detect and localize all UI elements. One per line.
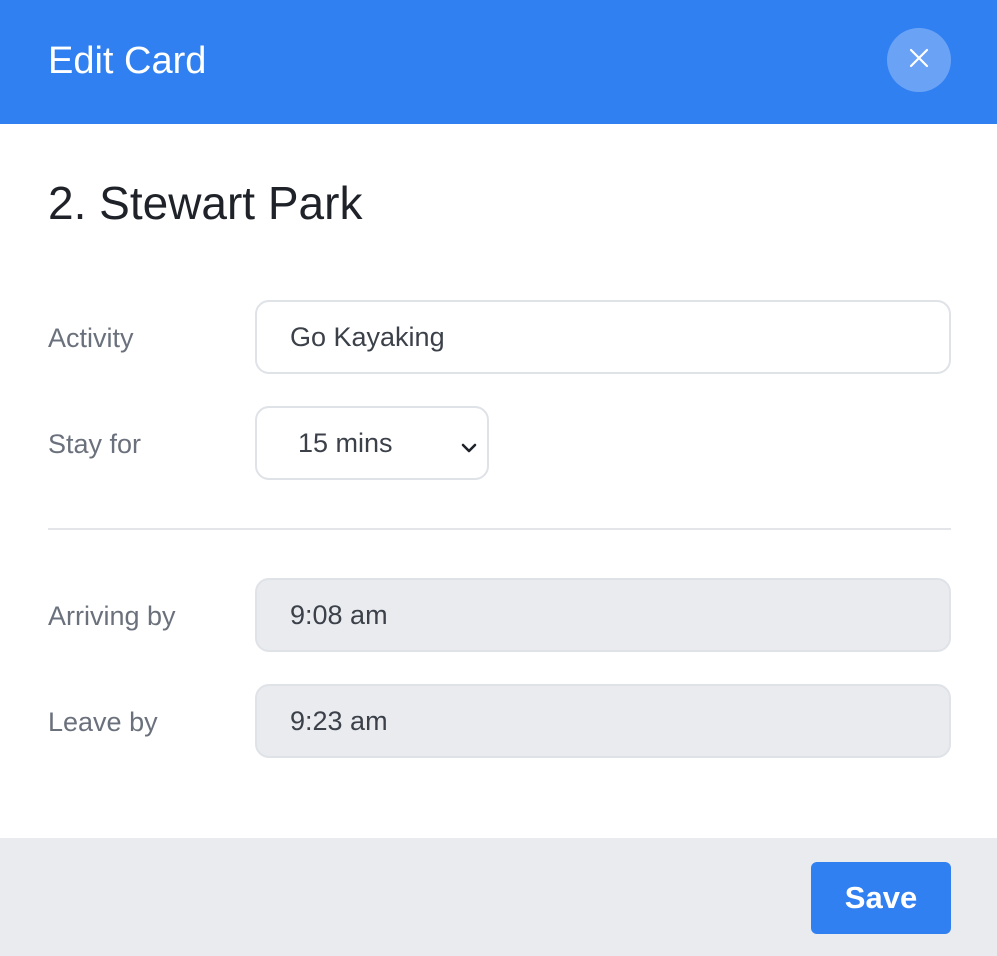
arriving-by-label: Arriving by (48, 601, 176, 631)
save-button[interactable]: Save (811, 862, 951, 934)
edit-card-modal: Edit Card 2. Stewart Park Activity Go Ka… (0, 0, 997, 956)
stay-for-select[interactable]: 15 mins (255, 406, 489, 480)
card-title: 2. Stewart Park (48, 177, 363, 229)
close-icon (909, 48, 929, 73)
modal-title: Edit Card (48, 40, 207, 82)
stay-for-value: 15 mins (298, 427, 393, 458)
chevron-down-icon (459, 434, 479, 465)
divider (48, 528, 951, 530)
leave-by-label: Leave by (48, 707, 158, 737)
arriving-by-value: 9:08 am (290, 599, 388, 630)
activity-label: Activity (48, 323, 134, 353)
modal-header: Edit Card (0, 0, 997, 124)
arriving-by-field: 9:08 am (255, 578, 951, 652)
stay-for-label: Stay for (48, 429, 142, 459)
activity-input[interactable]: Go Kayaking (255, 300, 951, 374)
leave-by-value: 9:23 am (290, 705, 388, 736)
close-button[interactable] (887, 28, 951, 92)
leave-by-field: 9:23 am (255, 684, 951, 758)
activity-value: Go Kayaking (290, 321, 445, 352)
